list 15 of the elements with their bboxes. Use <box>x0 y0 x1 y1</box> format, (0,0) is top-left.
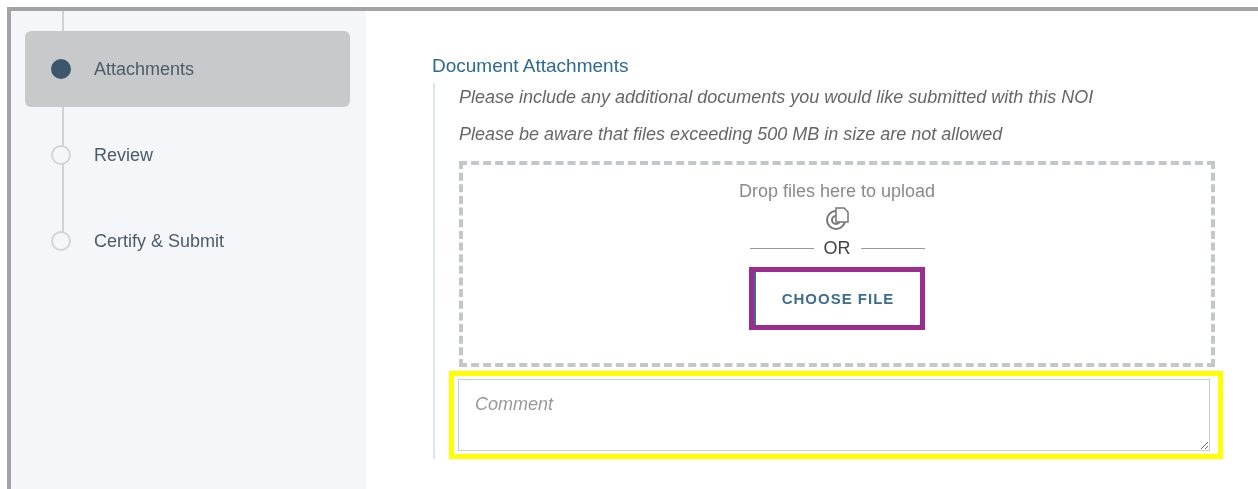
step-item[interactable]: Review <box>25 117 350 193</box>
or-label: OR <box>823 238 851 259</box>
step-item[interactable]: Attachments <box>25 31 350 107</box>
step-item[interactable]: Certify & Submit <box>25 203 350 279</box>
note-text: Please be aware that files exceeding 500 MB in size are not allowed <box>459 124 1004 145</box>
comment-field[interactable]: Comment <box>458 379 1210 451</box>
section-title: Document Attachments <box>432 55 630 77</box>
step-label: Certify & Submit <box>94 230 225 252</box>
dropzone[interactable]: Drop files here to upload OR CHOOSE FILE <box>459 161 1215 367</box>
step-dot-icon <box>51 59 71 79</box>
step-label: Attachments <box>94 58 195 80</box>
drop-prompt: Drop files here to upload <box>738 181 936 202</box>
step-label: Review <box>94 144 154 166</box>
upload-icon <box>825 206 849 232</box>
note-text: Please include any additional documents you would like submitted with this NOI <box>459 87 1095 108</box>
